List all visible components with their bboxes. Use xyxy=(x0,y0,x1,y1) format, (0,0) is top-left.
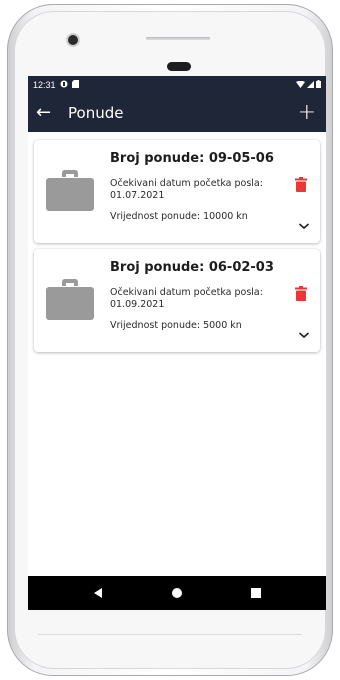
android-nav-bar xyxy=(28,576,326,610)
app-bar: ← Ponude + xyxy=(28,93,326,132)
nav-home-button[interactable] xyxy=(165,581,189,605)
notification-icon xyxy=(60,80,68,90)
add-icon[interactable]: + xyxy=(298,100,318,125)
phone-top-line xyxy=(146,37,210,40)
briefcase-icon xyxy=(46,170,94,211)
briefcase-icon xyxy=(46,279,94,320)
offer-value: Vrijednost ponude: 5000 kn xyxy=(110,320,242,331)
earpiece-speaker xyxy=(167,62,191,71)
nav-back-button[interactable] xyxy=(86,581,110,605)
offer-card[interactable]: Broj ponude: 09-05-06 Očekivani datum po… xyxy=(34,140,320,243)
circle-home-icon xyxy=(171,588,182,598)
screen: 12:31 ← Ponude + Broj ponude: 09-05-06 O… xyxy=(28,76,326,610)
phone-bottom-line xyxy=(38,634,302,635)
front-camera xyxy=(68,35,78,45)
status-bar: 12:31 xyxy=(28,76,326,93)
nav-recents-button[interactable] xyxy=(244,581,268,605)
delete-icon[interactable] xyxy=(295,177,307,192)
square-recents-icon xyxy=(251,588,262,598)
offer-number: Broj ponude: 09-05-06 xyxy=(110,151,274,166)
triangle-back-icon xyxy=(93,588,102,598)
chevron-down-icon[interactable] xyxy=(298,222,310,230)
wifi-icon xyxy=(296,80,305,90)
battery-icon xyxy=(316,79,321,90)
status-time: 12:31 xyxy=(33,79,56,90)
offer-value: Vrijednost ponude: 10000 kn xyxy=(110,211,248,222)
delete-icon[interactable] xyxy=(295,286,307,301)
offer-start-date: Očekivani datum početka posla: 01.07.202… xyxy=(110,178,263,201)
back-arrow-icon[interactable]: ← xyxy=(36,102,62,123)
offer-card[interactable]: Broj ponude: 06-02-03 Očekivani datum po… xyxy=(34,249,320,352)
page-title: Ponude xyxy=(68,103,124,122)
sd-card-icon xyxy=(71,79,79,90)
offers-list: Broj ponude: 09-05-06 Očekivani datum po… xyxy=(28,132,326,558)
chevron-down-icon[interactable] xyxy=(298,331,310,339)
offer-start-date: Očekivani datum početka posla: 01.09.202… xyxy=(110,287,263,310)
offer-number: Broj ponude: 06-02-03 xyxy=(110,260,274,275)
signal-icon xyxy=(307,80,314,90)
